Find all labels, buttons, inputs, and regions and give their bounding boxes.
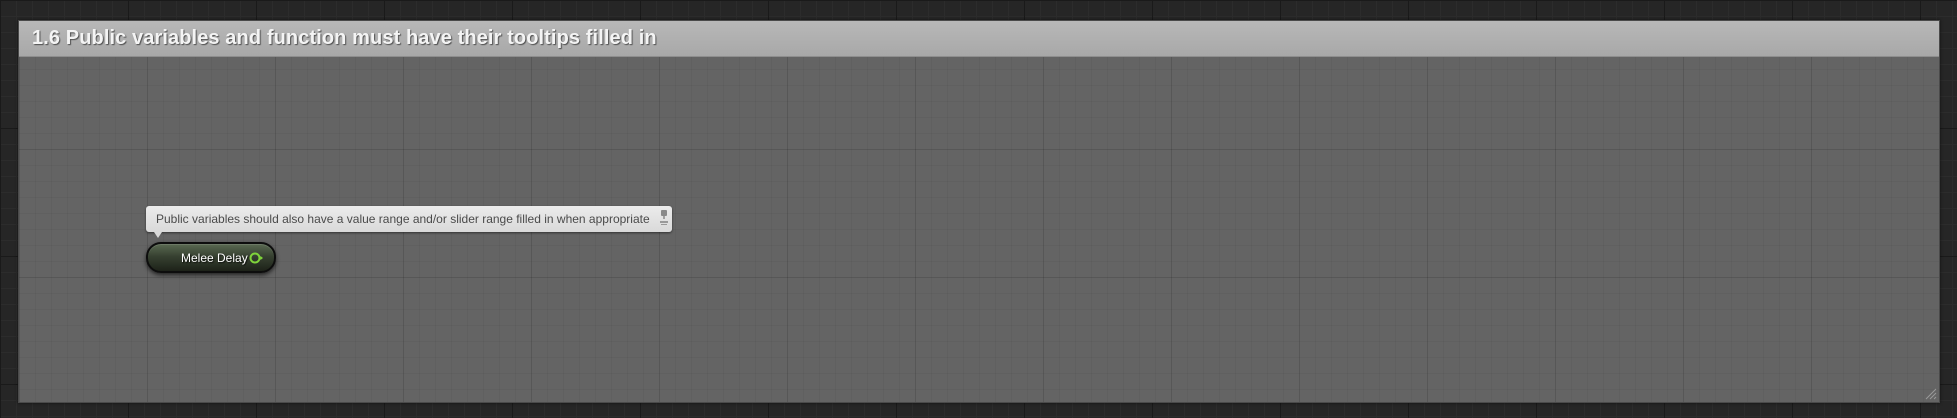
node-comment-bubble[interactable]: Public variables should also have a valu… (146, 206, 672, 238)
comment-header[interactable]: 1.6 Public variables and function must h… (19, 21, 1939, 57)
output-pin-icon[interactable] (249, 251, 263, 265)
node-comment-text: Public variables should also have a valu… (156, 212, 650, 226)
variable-get-node[interactable]: Melee Delay (146, 242, 276, 273)
pin-bubble-icon[interactable] (659, 209, 669, 227)
variable-name-label: Melee Delay (181, 251, 248, 265)
comment-title[interactable]: 1.6 Public variables and function must h… (32, 27, 657, 50)
resize-grip-icon[interactable] (1923, 386, 1937, 400)
